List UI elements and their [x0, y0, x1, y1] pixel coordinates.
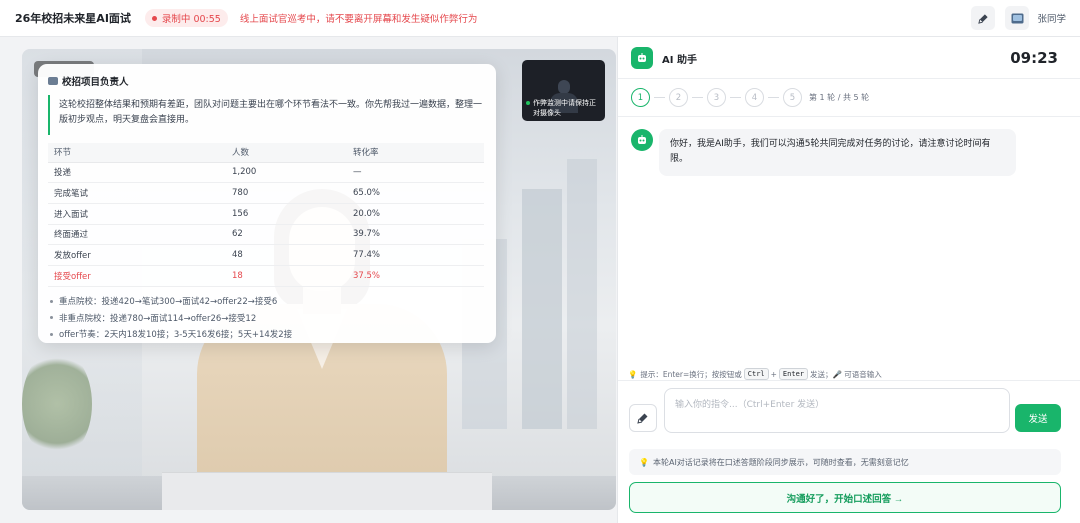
table-row: 终面通过 62 39.7%	[48, 224, 484, 246]
record-note: 💡 本轮AI对话记录将在口述答题阶段同步展示，可随时查看，无需刻意记忆	[629, 449, 1061, 475]
recording-label: 录制中 00:55	[161, 14, 221, 25]
microphone-icon	[637, 413, 648, 424]
lightbulb-icon: 💡	[639, 457, 649, 467]
step-5: 5	[783, 88, 802, 107]
camera-monitor-tip: 作弊监测中请保持正对摄像头	[525, 98, 602, 118]
assistant-header: AI 助手	[631, 47, 697, 69]
start-oral-answer-button[interactable]: 沟通好了，开始口述回答 →	[629, 482, 1061, 513]
voice-input-button[interactable]	[629, 404, 657, 432]
robot-icon	[631, 47, 653, 69]
user-name: 张同学	[1037, 14, 1066, 25]
funnel-table: 环节 人数 转化率 投递 1,200— 完成笔试 780 65.0% 进入面试 156 2…	[48, 143, 484, 287]
notes-list: 重点院校：投递420→笔试300→面试42→offer22→接受6 非重点院校：…	[50, 293, 292, 343]
assistant-title: AI 助手	[662, 54, 697, 66]
recording-badge: 录制中 00:55	[144, 9, 228, 27]
card-header: 校招项目负责人	[48, 74, 129, 88]
message-bubble: 你好，我是AI助手，我们可以沟通5轮共同完成对任务的讨论，请注意讨论时间有限。	[659, 129, 1016, 176]
input-hint: 💡 提示：Enter=换行；按按钮或 Ctrl + Enter 发送；🎤 可语音…	[628, 368, 882, 380]
column-header: 转化率	[347, 143, 484, 163]
background-plant	[22, 349, 92, 459]
microphone-icon[interactable]	[971, 6, 996, 30]
step-2: 2	[669, 88, 688, 107]
divider	[618, 380, 1080, 381]
step-1: 1	[631, 88, 650, 107]
round-counter: 第 1 轮 / 共 5 轮	[809, 93, 870, 102]
task-description: 这轮校招整体结果和预期有差距，团队对问题主要出在哪个环节看法不一致。你先帮我过一…	[48, 95, 484, 135]
table-row: 进入面试 156 20.0%	[48, 203, 484, 225]
round-progress: 1 2 3 4 5 第 1 轮 / 共 5 轮	[631, 88, 869, 107]
background-building	[567, 159, 597, 429]
id-card-icon	[48, 77, 58, 85]
chat-message: 你好，我是AI助手，我们可以沟通5轮共同完成对任务的讨论，请注意讨论时间有限。	[631, 129, 1016, 176]
background-building	[522, 189, 562, 429]
send-button[interactable]: 发送	[1015, 404, 1061, 432]
table-row: 投递 1,200—	[48, 162, 484, 184]
card-title: 校招项目负责人	[62, 77, 129, 88]
list-item: 非重点院校：投递780→面试114→offer26→接受12	[50, 310, 292, 327]
divider	[618, 78, 1080, 79]
step-4: 4	[745, 88, 764, 107]
step-3: 3	[707, 88, 726, 107]
self-camera-preview: 作弊监测中请保持正对摄像头	[522, 60, 605, 121]
key-ctrl: Ctrl	[743, 368, 769, 380]
camera-status-dot-icon	[526, 101, 530, 105]
divider	[618, 116, 1080, 117]
task-card: 校招项目负责人 这轮校招整体结果和预期有差距，团队对问题主要出在哪个环节看法不一…	[38, 64, 496, 343]
message-input[interactable]	[664, 388, 1010, 433]
ai-assistant-panel: AI 助手 09:23 1 2 3 4 5 第 1 轮 / 共 5 轮 你好，我…	[617, 37, 1080, 523]
top-actions: 张同学	[961, 6, 1066, 30]
key-enter: Enter	[778, 368, 808, 380]
top-bar: 26年校招未来星AI面试 录制中 00:55 线上面试官巡考中，请不要离开屏幕和…	[0, 0, 1080, 37]
list-item: 重点院校：投递420→笔试300→面试42→offer22→接受6	[50, 293, 292, 310]
column-header: 环节	[48, 143, 226, 163]
column-header: 人数	[226, 143, 347, 163]
lightbulb-icon: 💡	[628, 369, 638, 379]
countdown-timer: 09:23	[1010, 49, 1058, 67]
app-title: 26年校招未来星AI面试	[15, 12, 131, 25]
desk	[162, 472, 492, 510]
recording-dot-icon	[151, 15, 157, 21]
table-row-highlighted: 接受offer 18 37.5%	[48, 265, 484, 287]
screen-share-icon[interactable]	[1005, 6, 1030, 30]
table-row: 完成笔试 780 65.0%	[48, 182, 484, 204]
robot-icon	[631, 129, 653, 151]
list-item: offer节奏：2天内18发10接；3-5天16发6接；5天+14发2接	[50, 326, 292, 343]
table-row: 发放offer 48 77.4%	[48, 244, 484, 266]
proctor-warning: 线上面试官巡考中，请不要离开屏幕和发生疑似作弊行为	[239, 14, 478, 25]
